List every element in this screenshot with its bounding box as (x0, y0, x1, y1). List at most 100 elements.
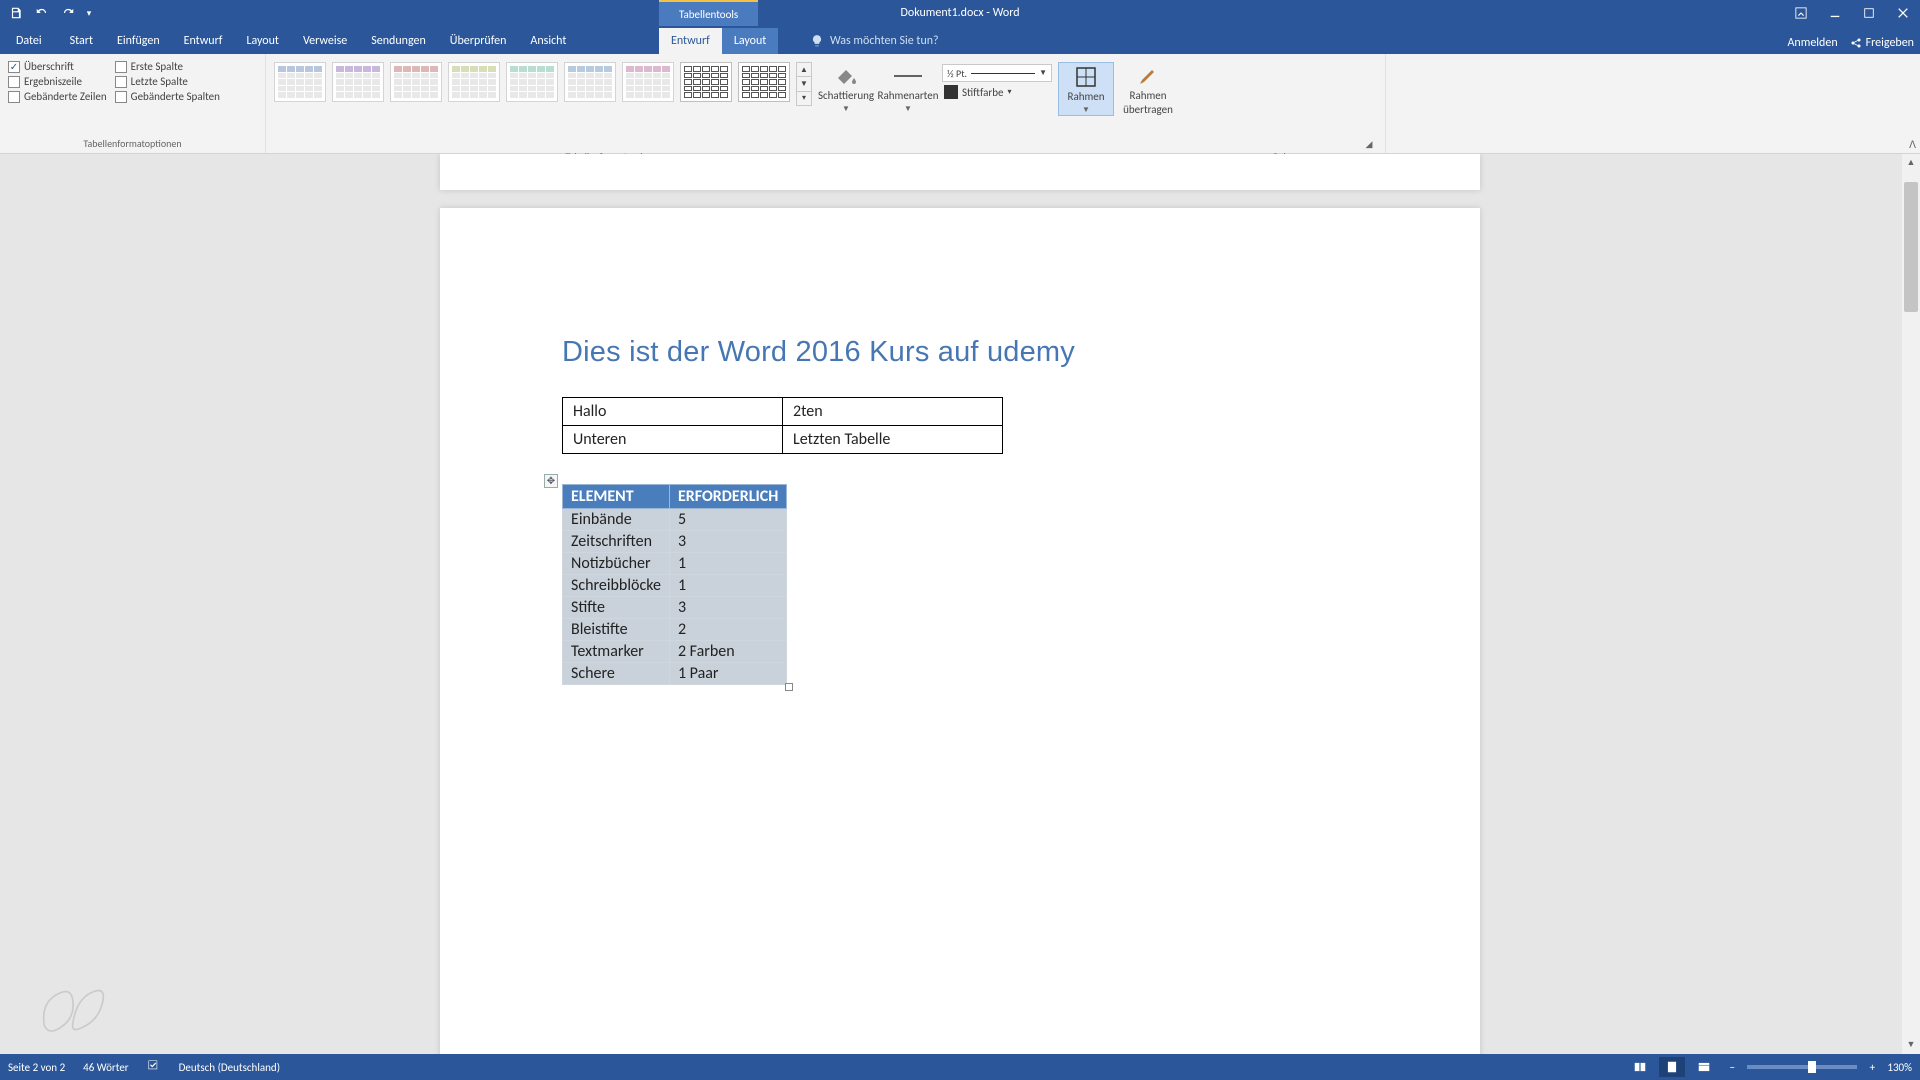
table-simple[interactable]: Hallo 2ten Unteren Letzten Tabelle (562, 397, 1003, 454)
qat-customize-button[interactable]: ▾ (82, 2, 96, 24)
view-read-mode[interactable] (1627, 1057, 1653, 1077)
check-banded-rows[interactable]: Gebänderte Zeilen (8, 90, 107, 103)
table-cell[interactable]: Letzten Tabelle (783, 426, 1003, 454)
table-row[interactable]: Schreibblöcke1 (563, 575, 787, 597)
tab-review[interactable]: Überprüfen (438, 28, 519, 54)
table-row[interactable]: Textmarker2 Farben (563, 641, 787, 663)
pen-color-select[interactable]: Stiftfarbe ▾ (942, 84, 1052, 100)
table-resize-handle-icon[interactable] (785, 683, 793, 691)
table-cell[interactable]: Unteren (563, 426, 783, 454)
vertical-scrollbar[interactable]: ▲ ▼ (1902, 154, 1920, 1054)
table-row[interactable]: Hallo 2ten (563, 398, 1003, 426)
shading-button[interactable]: Schattierung ▼ (818, 62, 874, 114)
zoom-level[interactable]: 130% (1887, 1061, 1912, 1074)
chevron-down-icon: ▼ (904, 104, 912, 114)
save-button[interactable] (4, 2, 28, 24)
check-header-row[interactable]: Überschrift (8, 60, 107, 73)
paint-bucket-icon (832, 64, 860, 88)
tell-me-search[interactable]: Was möchten Sie tun? (800, 28, 949, 54)
checkbox-icon (8, 61, 20, 73)
collapse-ribbon-button[interactable]: ᐱ (1909, 138, 1916, 151)
border-line-icon (894, 64, 922, 88)
status-language[interactable]: Deutsch (Deutschland) (179, 1061, 280, 1074)
redo-button[interactable] (56, 2, 80, 24)
minimize-button[interactable] (1818, 0, 1852, 26)
pen-width-select[interactable]: ½ Pt. ▼ (942, 64, 1052, 82)
table-row[interactable]: Zeitschriften3 (563, 531, 787, 553)
table-header-cell[interactable]: ELEMENT (563, 485, 670, 509)
table-row[interactable]: Unteren Letzten Tabelle (563, 426, 1003, 454)
scroll-down-button[interactable]: ▼ (1902, 1036, 1920, 1054)
undo-button[interactable] (30, 2, 54, 24)
checkbox-icon (8, 91, 20, 103)
view-web-layout[interactable] (1691, 1057, 1717, 1077)
zoom-slider[interactable] (1747, 1065, 1857, 1069)
gallery-scroll-down[interactable]: ▼ (797, 77, 811, 91)
table-row[interactable]: Notizbücher1 (563, 553, 787, 575)
status-proofing-icon[interactable] (147, 1059, 161, 1076)
table-header-cell[interactable]: ERFORDERLICH (669, 485, 786, 509)
table-row[interactable]: Stifte3 (563, 597, 787, 619)
ribbon-display-button[interactable] (1784, 0, 1818, 26)
zoom-out-button[interactable]: − (1723, 1061, 1741, 1074)
table-cell[interactable]: Hallo (563, 398, 783, 426)
check-total-row[interactable]: Ergebniszeile (8, 75, 107, 88)
gallery-more-button[interactable]: ▾ (797, 92, 811, 105)
table-style-thumb[interactable] (738, 62, 790, 102)
tab-table-design[interactable]: Entwurf (659, 28, 722, 54)
gallery-scroll: ▲ ▼ ▾ (796, 62, 812, 106)
tab-references[interactable]: Verweise (291, 28, 359, 54)
table-style-thumb[interactable] (332, 62, 384, 102)
border-styles-button[interactable]: Rahmenarten ▼ (880, 62, 936, 114)
table-style-thumb-selected[interactable] (680, 62, 732, 102)
dialog-launcher-icon[interactable]: ◢ (1363, 139, 1375, 151)
tab-table-layout[interactable]: Layout (722, 28, 779, 54)
table-move-handle-icon[interactable]: ✥ (544, 474, 558, 488)
table-style-thumb[interactable] (506, 62, 558, 102)
table-row[interactable]: Schere1 Paar (563, 663, 787, 685)
tab-design[interactable]: Entwurf (172, 28, 235, 54)
table-cell[interactable]: 2ten (783, 398, 1003, 426)
table-header-row[interactable]: ELEMENT ERFORDERLICH (563, 485, 787, 509)
tab-home[interactable]: Start (58, 28, 105, 54)
zoom-slider-knob[interactable] (1808, 1061, 1816, 1073)
status-word-count[interactable]: 46 Wörter (83, 1061, 128, 1074)
tab-layout[interactable]: Layout (234, 28, 291, 54)
group-label: Tabellenformatoptionen (8, 135, 257, 153)
share-button[interactable]: Freigeben (1850, 36, 1914, 50)
document-heading[interactable]: Dies ist der Word 2016 Kurs auf udemy (562, 336, 1370, 369)
page[interactable]: Dies ist der Word 2016 Kurs auf udemy Ha… (440, 208, 1480, 1054)
gallery-scroll-up[interactable]: ▲ (797, 63, 811, 77)
share-icon (1850, 37, 1862, 49)
tab-file[interactable]: Datei (0, 28, 58, 54)
borders-button[interactable]: Rahmen ▼ (1058, 62, 1114, 116)
tab-insert[interactable]: Einfügen (105, 28, 172, 54)
border-painter-button[interactable]: Rahmen übertragen (1120, 62, 1176, 116)
pen-color-swatch-icon (944, 85, 958, 99)
scroll-up-button[interactable]: ▲ (1902, 154, 1920, 172)
tab-view[interactable]: Ansicht (518, 28, 578, 54)
zoom-in-button[interactable]: + (1863, 1061, 1881, 1074)
check-banded-columns[interactable]: Gebänderte Spalten (115, 90, 220, 103)
tab-mailings[interactable]: Sendungen (359, 28, 438, 54)
group-table-styles: ▲ ▼ ▾ Schattierung ▼ Rahmenarten ▼ ½ Pt. (266, 54, 1386, 153)
table-style-thumb[interactable] (274, 62, 326, 102)
check-last-column[interactable]: Letzte Spalte (115, 75, 220, 88)
close-button[interactable] (1886, 0, 1920, 26)
table-styled[interactable]: ELEMENT ERFORDERLICH Einbände5 Zeitschri… (562, 484, 787, 685)
table-row[interactable]: Bleistifte2 (563, 619, 787, 641)
scroll-track[interactable] (1902, 172, 1920, 1036)
view-print-layout[interactable] (1659, 1057, 1685, 1077)
maximize-button[interactable] (1852, 0, 1886, 26)
chevron-down-icon: ▾ (1007, 87, 1011, 97)
scroll-thumb[interactable] (1904, 182, 1918, 312)
check-first-column[interactable]: Erste Spalte (115, 60, 220, 73)
zoom-control: − + 130% (1723, 1061, 1912, 1074)
table-style-thumb[interactable] (564, 62, 616, 102)
status-page[interactable]: Seite 2 von 2 (8, 1061, 65, 1074)
signin-link[interactable]: Anmelden (1787, 36, 1837, 50)
table-row[interactable]: Einbände5 (563, 509, 787, 531)
table-style-thumb[interactable] (390, 62, 442, 102)
table-style-thumb[interactable] (622, 62, 674, 102)
table-style-thumb[interactable] (448, 62, 500, 102)
